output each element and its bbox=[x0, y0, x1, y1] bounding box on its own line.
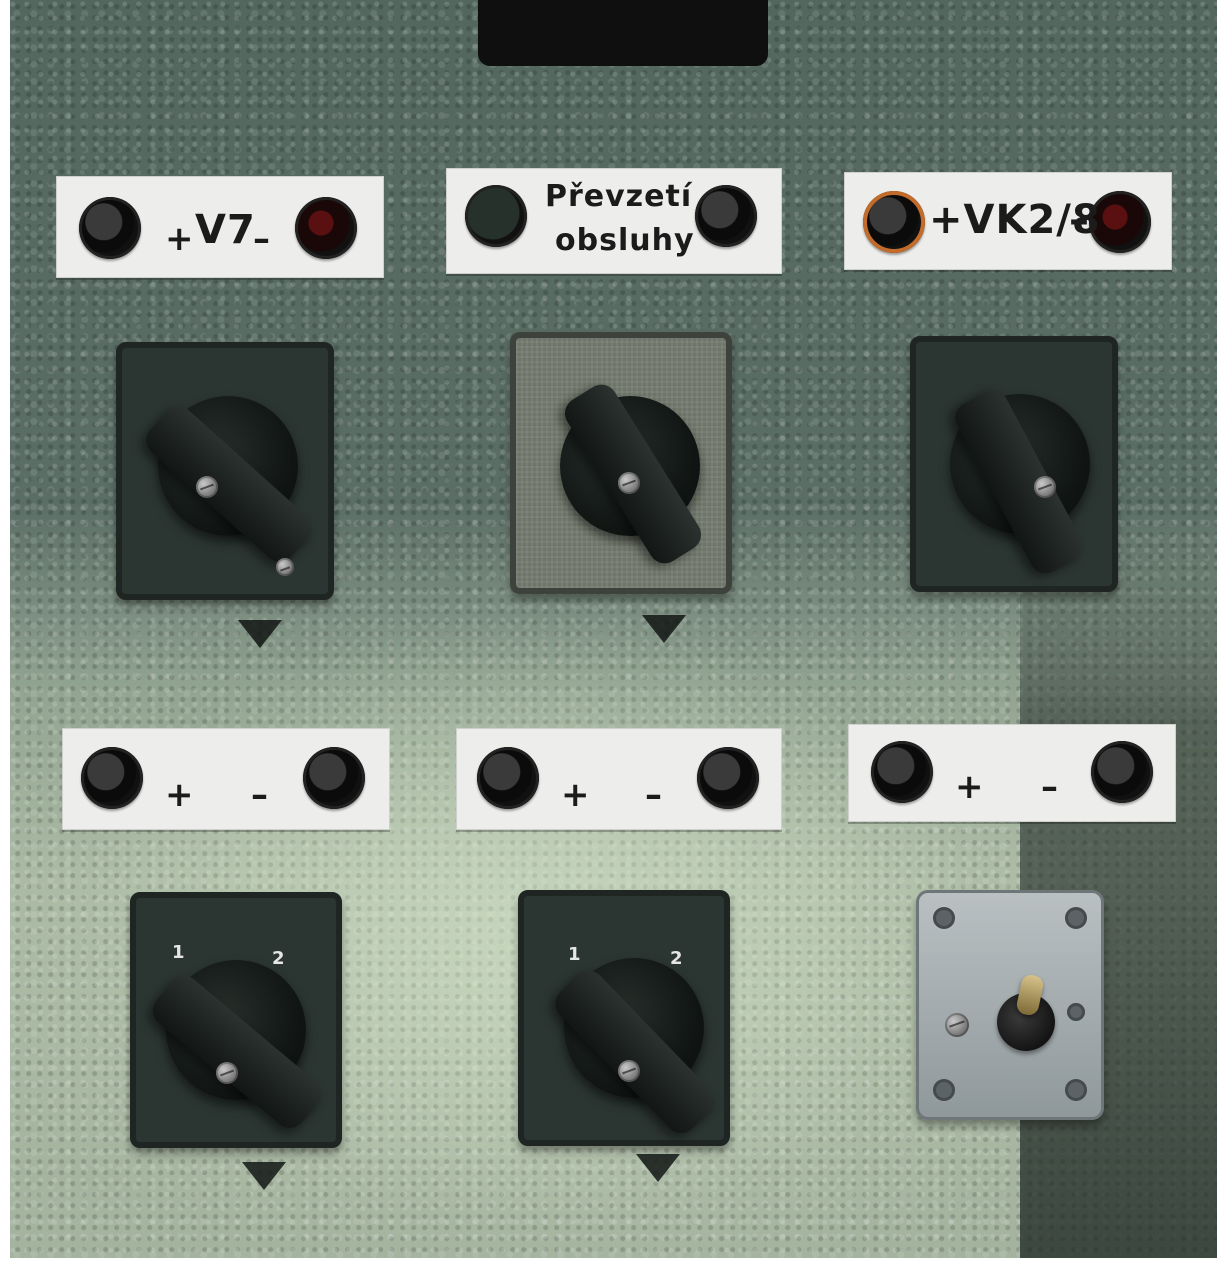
pointer-arrow bbox=[242, 1162, 286, 1190]
toggle-switch-plate[interactable] bbox=[916, 890, 1104, 1120]
screw-icon bbox=[945, 1013, 969, 1037]
label-minus: – bbox=[645, 775, 663, 815]
mount-hole bbox=[933, 907, 955, 929]
label-prevzeti: Převzetí bbox=[545, 179, 693, 214]
jack-plus[interactable] bbox=[863, 191, 925, 253]
label-plus: + bbox=[955, 767, 985, 807]
jack-minus[interactable] bbox=[697, 747, 759, 809]
screw-icon bbox=[618, 472, 640, 494]
polarity-strip-right: + – bbox=[848, 724, 1176, 822]
pointer-arrow bbox=[636, 1154, 680, 1182]
rotary-switch-upper-left[interactable] bbox=[116, 342, 334, 600]
label-v7: V7 bbox=[195, 207, 256, 253]
position-1-label: 1 bbox=[172, 942, 185, 963]
pointer-arrow bbox=[642, 615, 686, 643]
mount-hole bbox=[1065, 1079, 1087, 1101]
label-minus: – bbox=[1041, 767, 1059, 807]
toggle-switch[interactable] bbox=[997, 993, 1055, 1051]
indicator-hole bbox=[1067, 1003, 1085, 1021]
jack-minus[interactable] bbox=[295, 197, 357, 259]
jack-plus[interactable] bbox=[477, 747, 539, 809]
label-plate-vk28: +VK2/8 – bbox=[844, 172, 1172, 270]
jack-plus[interactable] bbox=[79, 197, 141, 259]
label-minus: – bbox=[1069, 197, 1090, 243]
position-2-label: 2 bbox=[670, 948, 683, 969]
indicator-lamp bbox=[465, 185, 527, 247]
label-plus: + bbox=[561, 775, 591, 815]
label-minus: – bbox=[253, 219, 271, 259]
control-panel-photo: + V7 – Převzetí obsluhy +VK2/8 – + – + –… bbox=[10, 0, 1217, 1258]
mount-hole bbox=[1065, 907, 1087, 929]
rotary-switch-upper-middle[interactable] bbox=[510, 332, 732, 594]
pointer-arrow bbox=[238, 620, 282, 648]
label-minus: – bbox=[251, 775, 269, 815]
rotary-switch-lower-middle[interactable]: 1 2 bbox=[518, 890, 730, 1146]
polarity-strip-left: + – bbox=[62, 728, 390, 830]
polarity-strip-middle: + – bbox=[456, 728, 782, 830]
jack-minus[interactable] bbox=[1091, 741, 1153, 803]
screw-icon bbox=[196, 476, 218, 498]
screw-icon bbox=[276, 558, 294, 576]
jack-right[interactable] bbox=[695, 185, 757, 247]
label-plate-prevzeti: Převzetí obsluhy bbox=[446, 168, 782, 274]
screw-icon bbox=[618, 1060, 640, 1082]
label-obsluhy: obsluhy bbox=[555, 223, 695, 258]
rotary-switch-upper-right[interactable] bbox=[910, 336, 1118, 592]
top-device-housing bbox=[478, 0, 768, 66]
label-plus: + bbox=[165, 775, 195, 815]
screw-icon bbox=[216, 1062, 238, 1084]
position-2-label: 2 bbox=[272, 948, 285, 969]
label-plus: + bbox=[165, 219, 195, 259]
jack-plus[interactable] bbox=[871, 741, 933, 803]
mount-hole bbox=[933, 1079, 955, 1101]
rotary-switch-lower-left[interactable]: 1 2 bbox=[130, 892, 342, 1148]
position-1-label: 1 bbox=[568, 944, 581, 965]
jack-plus[interactable] bbox=[81, 747, 143, 809]
jack-minus[interactable] bbox=[303, 747, 365, 809]
label-plate-v7: + V7 – bbox=[56, 176, 384, 278]
screw-icon bbox=[1034, 476, 1056, 498]
